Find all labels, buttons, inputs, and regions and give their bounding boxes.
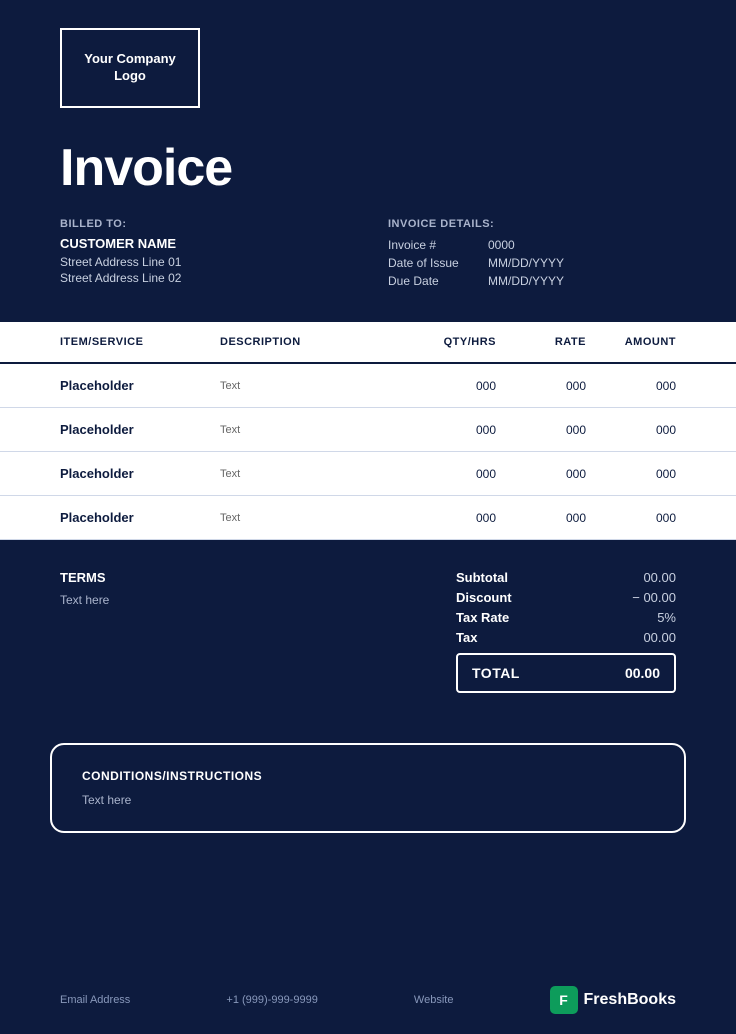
terms-text: Text here bbox=[60, 593, 456, 607]
col-amount: AMOUNT bbox=[586, 336, 676, 348]
tax-rate-row: Tax Rate 5% bbox=[456, 610, 676, 625]
due-date-key: Due Date bbox=[388, 274, 488, 288]
row4-desc: Text bbox=[220, 512, 396, 524]
col-rate: RATE bbox=[496, 336, 586, 348]
table-row: Placeholder Text 000 000 000 bbox=[0, 452, 736, 496]
freshbooks-name: FreshBooks bbox=[584, 991, 676, 1009]
discount-row: Discount − 00.00 bbox=[456, 590, 676, 605]
terms-block: TERMS Text here bbox=[60, 570, 456, 607]
tax-rate-label: Tax Rate bbox=[456, 610, 509, 625]
invoice-page: Your Company Logo Invoice BILLED TO: CUS… bbox=[0, 0, 736, 1034]
tax-rate-value: 5% bbox=[616, 610, 676, 625]
row3-rate: 000 bbox=[496, 467, 586, 481]
due-date-value: MM/DD/YYYY bbox=[488, 274, 564, 288]
company-logo: Your Company Logo bbox=[60, 28, 200, 108]
discount-label: Discount bbox=[456, 590, 512, 605]
billed-to-block: BILLED TO: CUSTOMER NAME Street Address … bbox=[60, 218, 348, 292]
row4-item: Placeholder bbox=[60, 510, 220, 525]
row3-qty: 000 bbox=[396, 467, 496, 481]
bottom-footer: Email Address +1 (999)-999-9999 Website … bbox=[0, 966, 736, 1034]
subtotal-value: 00.00 bbox=[616, 570, 676, 585]
table-header-row: ITEM/SERVICE DESCRIPTION QTY/HRS RATE AM… bbox=[0, 322, 736, 364]
subtotal-label: Subtotal bbox=[456, 570, 508, 585]
row3-desc: Text bbox=[220, 468, 396, 480]
freshbooks-icon: F bbox=[550, 986, 578, 1014]
row4-rate: 000 bbox=[496, 511, 586, 525]
row1-amount: 000 bbox=[586, 379, 676, 393]
discount-value: − 00.00 bbox=[616, 590, 676, 605]
invoice-title-section: Invoice bbox=[0, 128, 736, 198]
tax-label: Tax bbox=[456, 630, 477, 645]
row4-qty: 000 bbox=[396, 511, 496, 525]
address-line-1: Street Address Line 01 bbox=[60, 255, 348, 269]
header: Your Company Logo bbox=[0, 0, 736, 128]
row4-amount: 000 bbox=[586, 511, 676, 525]
invoice-table: ITEM/SERVICE DESCRIPTION QTY/HRS RATE AM… bbox=[0, 322, 736, 540]
footer-email: Email Address bbox=[60, 994, 130, 1006]
terms-title: TERMS bbox=[60, 570, 456, 585]
col-qty-hrs: QTY/HRS bbox=[396, 336, 496, 348]
row1-qty: 000 bbox=[396, 379, 496, 393]
table-row: Placeholder Text 000 000 000 bbox=[0, 496, 736, 540]
row1-item: Placeholder bbox=[60, 378, 220, 393]
total-label: TOTAL bbox=[472, 665, 520, 681]
tax-row: Tax 00.00 bbox=[456, 630, 676, 645]
row2-desc: Text bbox=[220, 424, 396, 436]
total-value: 00.00 bbox=[625, 665, 660, 681]
conditions-text: Text here bbox=[82, 793, 654, 807]
address-line-2: Street Address Line 02 bbox=[60, 271, 348, 285]
freshbooks-logo: F FreshBooks bbox=[550, 986, 676, 1014]
tax-value: 00.00 bbox=[616, 630, 676, 645]
invoice-heading: Invoice bbox=[60, 138, 676, 198]
invoice-details-block: INVOICE DETAILS: Invoice # 0000 Date of … bbox=[348, 218, 676, 292]
col-description: DESCRIPTION bbox=[220, 336, 396, 348]
totals-block: Subtotal 00.00 Discount − 00.00 Tax Rate… bbox=[456, 570, 676, 693]
date-issue-key: Date of Issue bbox=[388, 256, 488, 270]
table-row: Placeholder Text 000 000 000 bbox=[0, 408, 736, 452]
footer-phone: +1 (999)-999-9999 bbox=[226, 994, 317, 1006]
row1-rate: 000 bbox=[496, 379, 586, 393]
invoice-num-value: 0000 bbox=[488, 238, 515, 252]
invoice-details-label: INVOICE DETAILS: bbox=[388, 218, 676, 230]
row3-item: Placeholder bbox=[60, 466, 220, 481]
detail-row-due-date: Due Date MM/DD/YYYY bbox=[388, 274, 676, 288]
customer-name: CUSTOMER NAME bbox=[60, 236, 348, 251]
row2-rate: 000 bbox=[496, 423, 586, 437]
billing-section: BILLED TO: CUSTOMER NAME Street Address … bbox=[0, 198, 736, 322]
table-row: Placeholder Text 000 000 000 bbox=[0, 364, 736, 408]
detail-row-invoice-num: Invoice # 0000 bbox=[388, 238, 676, 252]
billed-to-label: BILLED TO: bbox=[60, 218, 348, 230]
total-final-row: TOTAL 00.00 bbox=[456, 653, 676, 693]
subtotal-row: Subtotal 00.00 bbox=[456, 570, 676, 585]
invoice-num-key: Invoice # bbox=[388, 238, 488, 252]
detail-row-date-issue: Date of Issue MM/DD/YYYY bbox=[388, 256, 676, 270]
row2-amount: 000 bbox=[586, 423, 676, 437]
row3-amount: 000 bbox=[586, 467, 676, 481]
footer-website: Website bbox=[414, 994, 454, 1006]
row1-desc: Text bbox=[220, 380, 396, 392]
date-issue-value: MM/DD/YYYY bbox=[488, 256, 564, 270]
conditions-section: CONDITIONS/INSTRUCTIONS Text here bbox=[0, 723, 736, 853]
conditions-title: CONDITIONS/INSTRUCTIONS bbox=[82, 769, 654, 783]
conditions-box: CONDITIONS/INSTRUCTIONS Text here bbox=[50, 743, 686, 833]
footer-totals-section: TERMS Text here Subtotal 00.00 Discount … bbox=[0, 540, 736, 723]
row2-item: Placeholder bbox=[60, 422, 220, 437]
row2-qty: 000 bbox=[396, 423, 496, 437]
col-item-service: ITEM/SERVICE bbox=[60, 336, 220, 348]
